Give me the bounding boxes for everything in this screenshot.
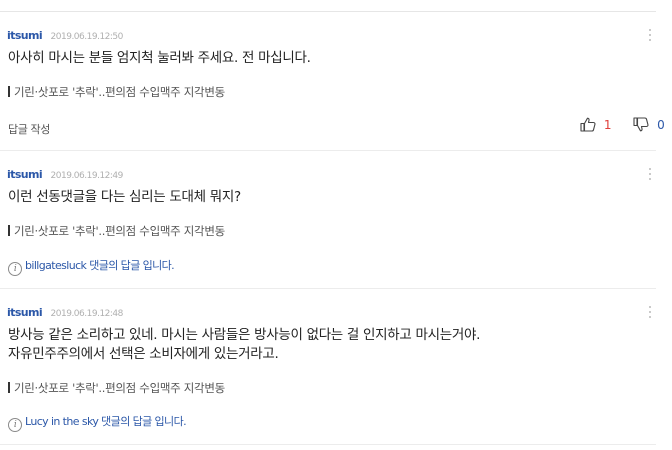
comment-meta: itsumi 2019.06.19.12:48 [7, 306, 123, 319]
more-vertical-icon[interactable] [646, 304, 654, 320]
comment-author[interactable]: itsumi [7, 306, 43, 319]
article-link[interactable]: 기린·삿포로 '추락'..편의점 수입맥주 지각변동 [8, 380, 225, 396]
downvote-count: 0 [657, 118, 665, 132]
reply-to-text[interactable]: Lucy in the sky 댓글의 답글 입니다. [25, 415, 187, 428]
article-title[interactable]: 기린·삿포로 '추락'..편의점 수입맥주 지각변동 [14, 381, 225, 395]
comment-text-line: 자유민주주의에서 선택은 소비자에게 있는거라고. [8, 346, 279, 362]
comment-divider [0, 444, 656, 445]
comment-text-line: 방사능 같은 소리하고 있네. 마시는 사람들은 방사능이 없다는 걸 인지하고… [8, 327, 481, 343]
comment-item: itsumi 2019.06.19.12:48 방사능 같은 소리하고 있네. … [0, 0, 656, 445]
comment-text: 방사능 같은 소리하고 있네. 마시는 사람들은 방사능이 없다는 걸 인지하고… [8, 326, 480, 364]
reply-to-link[interactable]: i Lucy in the sky 댓글의 답글 입니다. [8, 413, 187, 432]
info-icon: i [8, 418, 22, 432]
comment-date: 2019.06.19.12:48 [50, 309, 124, 319]
article-marker [8, 382, 10, 393]
